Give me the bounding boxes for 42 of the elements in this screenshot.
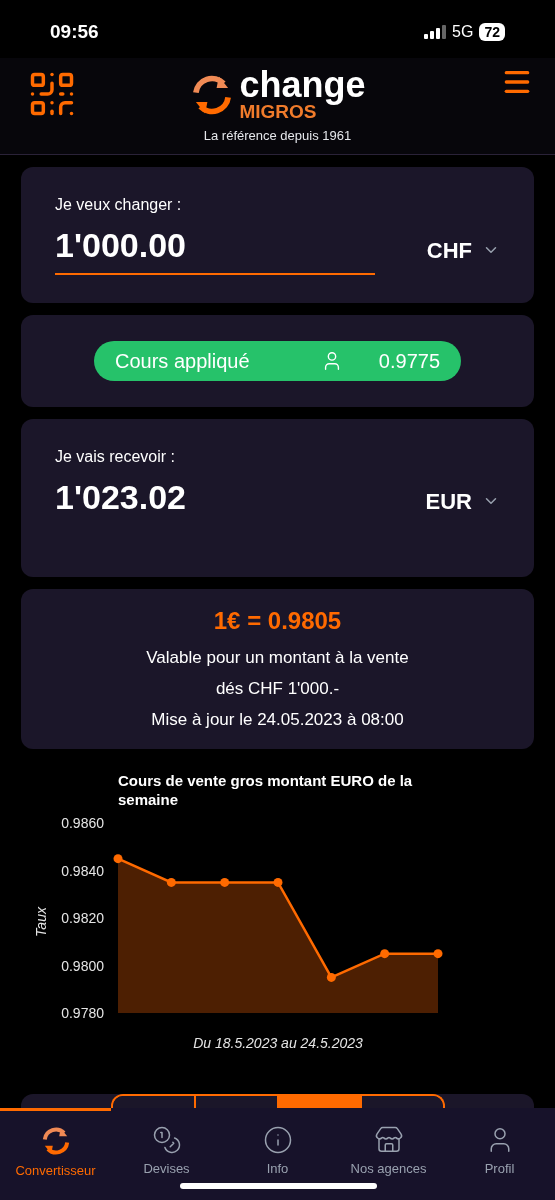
currency-dropdown[interactable]: EUR [425,484,500,518]
storefront-icon [373,1125,404,1155]
currency-dropdown[interactable]: CHF [426,233,500,267]
tab-bar-item[interactable]: Devises [111,1108,222,1200]
data-point [380,949,390,959]
y-tick-label: 0.9860 [61,815,104,831]
data-point [113,854,123,864]
data-point [273,877,283,887]
coins-icon [151,1125,182,1155]
battery-level: 72 [479,23,505,41]
offer-text: dés CHF 1'000.- [215,678,340,700]
y-tick-label: 0.9820 [61,910,104,926]
y-tick-label: 0.9840 [61,862,104,879]
field-label: Je vais recevoir : [55,447,177,467]
chart-title: Cours de vente gros montant EURO de la semaine [118,771,414,809]
logo-subtitle: MIGROS [239,102,317,122]
tab-bar-item[interactable]: Nos agences [333,1108,444,1200]
segment-tab[interactable] [359,1096,443,1108]
y-tick-label: 0.9780 [61,1005,104,1021]
network-type: 5G [452,22,474,42]
offer-text: Valable pour un montant à la vente [146,647,409,669]
tab-bar-item[interactable]: Info [222,1108,333,1200]
offer-text: Mise à jour le 24.05.2023 à 08:00 [151,709,404,731]
data-point [220,877,230,887]
data-point [326,972,336,982]
info-icon [262,1125,293,1155]
field-label: Je veux changer : [55,195,183,215]
amount-field[interactable]: 1'023.02 [55,477,375,525]
tab-bar-item[interactable]: Convertisseur [0,1108,111,1200]
y-tick-label: 0.9800 [61,957,104,974]
rate-label: Cours appliqué [115,349,250,374]
amount-field[interactable]: 1'000.00 [55,225,375,275]
data-point [166,877,176,887]
y-axis-label: Taux [33,907,49,937]
signal-icon [424,25,447,39]
tagline: La référence depuis 1961 [203,127,352,145]
x-axis-label: Du 18.5.2023 au 24.5.2023 [193,1035,363,1051]
offer-headline: 1€ = 0.9805 [213,606,342,636]
rate-value: 0.9775 [378,349,440,374]
status-time: 09:56 [50,19,99,44]
tab-bar-item[interactable]: Profil [444,1108,555,1200]
data-point [433,949,443,959]
